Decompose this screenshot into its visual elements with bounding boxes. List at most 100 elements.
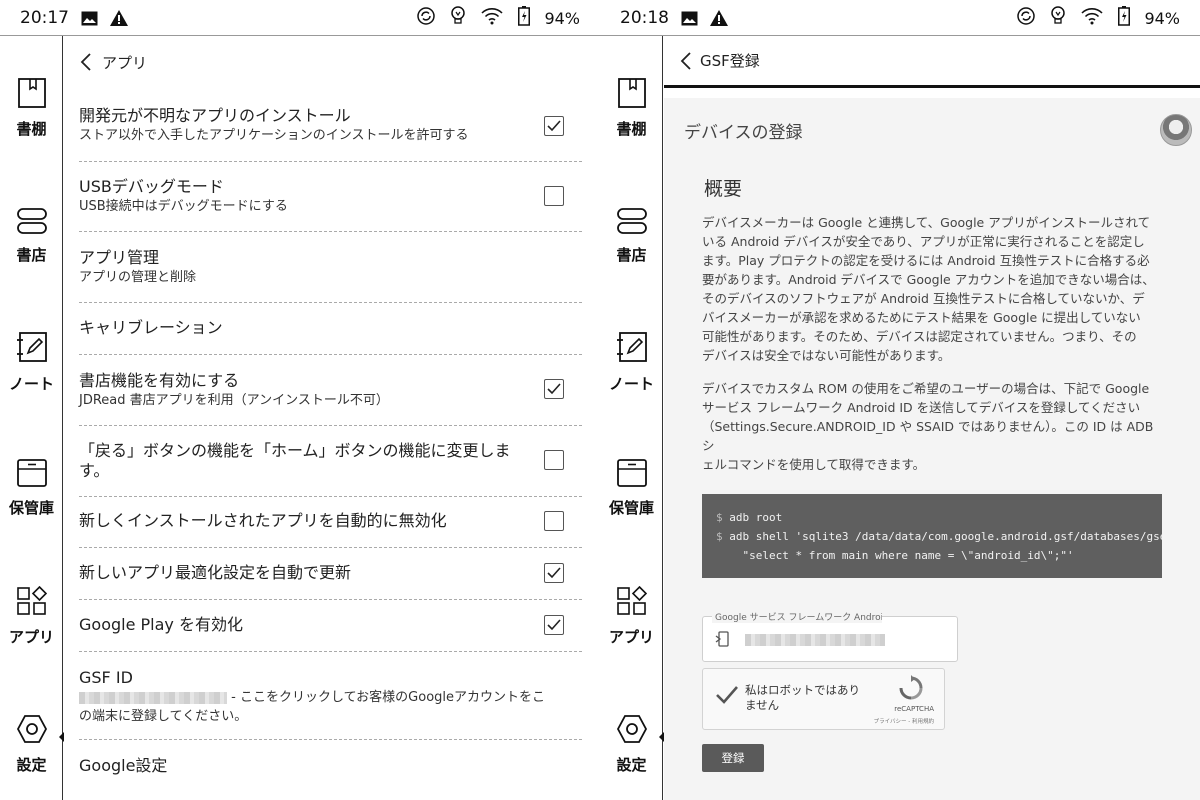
- nav-item-bookshelf[interactable]: 書棚: [0, 78, 63, 139]
- overview-heading: 概要: [704, 178, 743, 200]
- recaptcha-label: 私はロボットではありません: [745, 683, 860, 712]
- setting-title-continued: す。: [79, 461, 110, 480]
- recaptcha-brand: reCAPTCHA: [894, 705, 934, 713]
- settings-icon: [16, 714, 48, 748]
- nav-item-storage[interactable]: 保管庫: [600, 459, 663, 518]
- battery-icon: [1118, 6, 1131, 30]
- setting-subtitle: ストア以外で入手したアプリケーションのインストールを許可する: [79, 128, 469, 143]
- setting-gsf-id[interactable]: GSF ID - ここをクリックしてお客様のGoogleアカウントをこ の端末に…: [79, 668, 582, 740]
- storage-icon: [616, 459, 647, 491]
- nav-label-settings: 設定: [16, 756, 47, 774]
- setting-enable-google-play[interactable]: Google Play を有効化: [79, 615, 582, 652]
- checkbox-checked[interactable]: [544, 379, 564, 399]
- warning-icon: [710, 10, 728, 26]
- checkbox-unchecked[interactable]: [544, 450, 564, 470]
- setting-google-settings[interactable]: Google設定: [79, 754, 582, 796]
- side-navigation: 書棚 書店 ノート 保管庫 アプリ 設定: [600, 36, 664, 800]
- overview-paragraph-1: デバイスメーカーは Google と連携して、Google アプリがインストール…: [702, 213, 1162, 365]
- settings-screen: 20:17 94% 書棚 書店 ノート 保管庫 アプリ 設定 アプリ 開発元が不…: [0, 0, 600, 800]
- recaptcha-checkmark-icon[interactable]: [715, 685, 739, 709]
- recaptcha-logo-icon: [898, 675, 924, 705]
- setting-store-feature[interactable]: 書店機能を有効にする JDRead 書店アプリを利用（アンインストール不可）: [79, 371, 582, 426]
- device-registration-heading: デバイスの登録: [684, 123, 803, 143]
- nav-item-apps[interactable]: アプリ: [0, 585, 63, 647]
- settings-content: アプリ 開発元が不明なアプリのインストール ストア以外で入手したアプリケーション…: [64, 36, 600, 800]
- nav-item-storage[interactable]: 保管庫: [0, 459, 63, 518]
- nav-item-bookshelf[interactable]: 書棚: [600, 78, 663, 139]
- nav-item-settings[interactable]: 設定: [600, 714, 663, 775]
- recaptcha-terms-link[interactable]: プライバシー - 利用規約: [874, 717, 934, 725]
- warning-icon: [110, 10, 128, 26]
- nav-item-store[interactable]: 書店: [600, 208, 663, 265]
- checkbox-checked[interactable]: [544, 116, 564, 136]
- refresh-mode-icon: [416, 6, 436, 30]
- setting-title: 開発元が不明なアプリのインストール: [79, 106, 351, 125]
- back-chevron-icon[interactable]: [80, 53, 92, 71]
- nav-item-notes[interactable]: ノート: [0, 331, 63, 394]
- nav-item-apps[interactable]: アプリ: [600, 585, 663, 647]
- storage-icon: [16, 459, 47, 491]
- setting-title: アプリ管理: [79, 248, 160, 267]
- refresh-mode-icon: [1016, 6, 1036, 30]
- setting-subtitle-continued: の端末に登録してください。: [79, 709, 248, 724]
- checkbox-checked[interactable]: [544, 563, 564, 583]
- text-line: 可能性があります。そのため、デバイスは認定されていません。つまり、その: [702, 329, 1137, 344]
- phone-id-icon: [715, 631, 729, 651]
- text-line: デバイスメーカーは Google と連携して、Google アプリがインストール…: [702, 215, 1151, 230]
- checkbox-checked[interactable]: [544, 615, 564, 635]
- bookshelf-icon: [17, 78, 47, 112]
- setting-app-management[interactable]: アプリ管理 アプリの管理と削除: [79, 248, 582, 303]
- setting-title: 新しくインストールされたアプリを自動的に無効化: [79, 511, 447, 530]
- android-id-field-label: Google サービス フレームワーク Android ID: [712, 610, 882, 623]
- wifi-icon: [480, 7, 504, 29]
- nav-label-notes: ノート: [8, 375, 54, 393]
- checkbox-unchecked[interactable]: [544, 511, 564, 531]
- nav-item-store[interactable]: 書店: [0, 208, 63, 265]
- setting-title: GSF ID: [79, 668, 133, 687]
- nav-item-notes[interactable]: ノート: [600, 331, 663, 394]
- checkbox-unchecked[interactable]: [544, 186, 564, 206]
- android-id-field[interactable]: Google サービス フレームワーク Android ID: [702, 610, 958, 662]
- recaptcha-widget: 私はロボットではありません reCAPTCHA プライバシー - 利用規約: [702, 668, 945, 730]
- setting-calibration[interactable]: キャリブレーション: [79, 318, 582, 355]
- setting-auto-update-optimization[interactable]: 新しいアプリ最適化設定を自動で更新: [79, 563, 582, 600]
- setting-back-to-home[interactable]: 「戻る」ボタンの機能を「ホーム」ボタンの機能に変更しま す。: [79, 441, 582, 497]
- nav-item-settings[interactable]: 設定: [0, 714, 63, 775]
- adb-command-block[interactable]: $ adb root $ adb shell 'sqlite3 /data/da…: [702, 494, 1162, 578]
- setting-auto-disable-new-apps[interactable]: 新しくインストールされたアプリを自動的に無効化: [79, 511, 582, 548]
- side-navigation: 書棚 書店 ノート 保管庫 アプリ 設定: [0, 36, 64, 800]
- setting-subtitle: USB接続中はデバッグモードにする: [79, 199, 288, 214]
- status-time: 20:18: [620, 8, 669, 28]
- register-button[interactable]: 登録: [702, 744, 764, 772]
- image-notification-icon: [81, 11, 98, 26]
- text-line: ます。Play プロテクトの認定を受けるには Android 互換性テストに合格…: [702, 253, 1150, 268]
- setting-title: 新しいアプリ最適化設定を自動で更新: [79, 563, 352, 582]
- nav-label-bookshelf: 書棚: [616, 120, 647, 138]
- text-line: ェルコマンドを使用して取得できます。: [702, 457, 926, 472]
- text-line: （Settings.Secure.ANDROID_ID や SSAID ではあり…: [702, 419, 1154, 453]
- back-chevron-icon[interactable]: [680, 51, 692, 70]
- page-header: アプリ: [64, 36, 600, 88]
- gsf-registration-screen: 20:18 94% 書棚 書店 ノート 保管庫 アプリ 設定 GSF登録 デバイ…: [600, 0, 1200, 800]
- frontlight-icon: [450, 6, 466, 30]
- page-header: GSF登録: [664, 36, 1200, 88]
- account-avatar[interactable]: [1160, 114, 1192, 146]
- redacted-gsf-id: [79, 691, 227, 704]
- nav-label-settings: 設定: [616, 756, 647, 774]
- status-bar: 20:18 94%: [600, 0, 1200, 36]
- setting-subtitle: - ここをクリックしてお客様のGoogleアカウントをこ: [79, 689, 582, 707]
- text-line: デバイスは安全ではない可能性があります。: [702, 348, 951, 363]
- wifi-icon: [1080, 7, 1104, 29]
- overview-paragraph-2: デバイスでカスタム ROM の使用をご希望のユーザーの場合は、下記で Googl…: [702, 379, 1162, 474]
- redacted-android-id: [745, 634, 885, 646]
- setting-usb-debug[interactable]: USBデバッグモード USB接続中はデバッグモードにする: [79, 177, 582, 232]
- text-line: サービス フレームワーク Android ID を送信してデバイスを登録してくだ…: [702, 400, 1141, 415]
- code-line-2: adb shell 'sqlite3 /data/data/com.google…: [729, 530, 1162, 543]
- setting-unknown-sources[interactable]: 開発元が不明なアプリのインストール ストア以外で入手したアプリケーションのインス…: [79, 106, 582, 162]
- settings-icon: [616, 714, 648, 748]
- store-icon: [616, 208, 647, 238]
- nav-label-bookshelf: 書棚: [16, 120, 47, 138]
- code-line-1: adb root: [729, 511, 783, 524]
- status-time: 20:17: [20, 8, 69, 28]
- text-line: いる Android デバイスが安全であり、アプリが正常に実行されることを認定し: [702, 234, 1145, 249]
